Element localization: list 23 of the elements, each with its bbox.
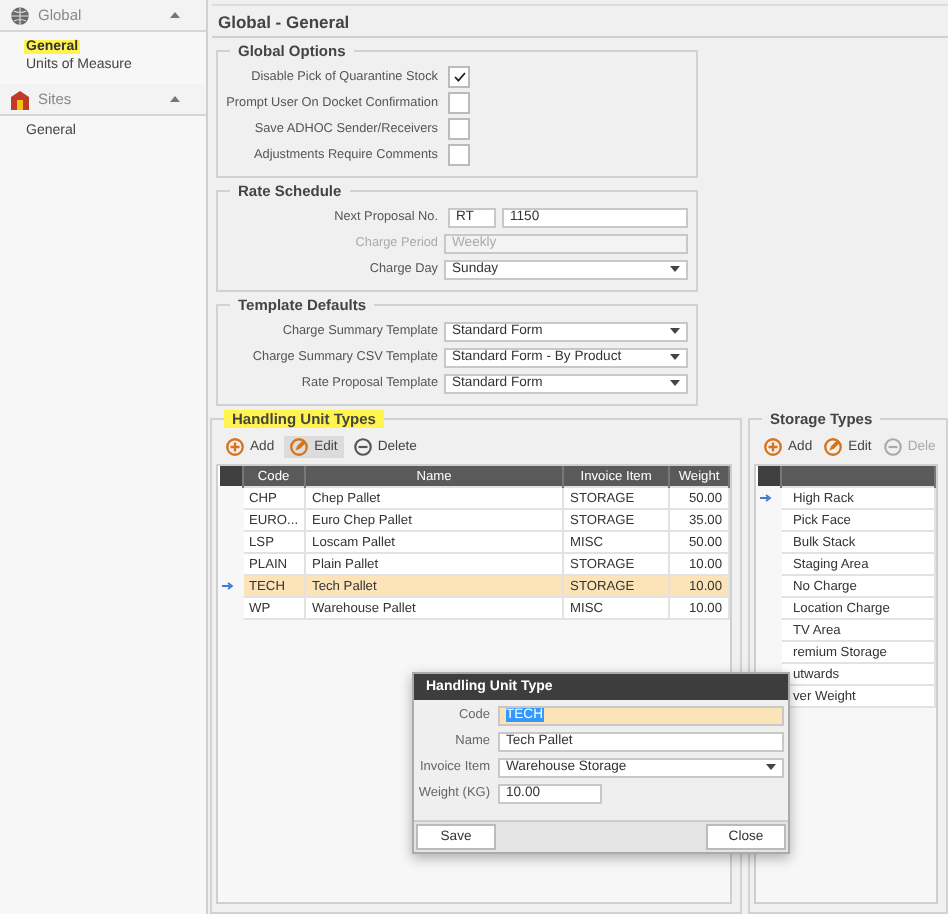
building-icon bbox=[10, 89, 30, 109]
row-arrow-icon bbox=[222, 581, 234, 589]
checkbox[interactable] bbox=[448, 144, 470, 166]
page-title: Global - General bbox=[212, 4, 948, 38]
dropdown-arrow-icon bbox=[670, 354, 680, 360]
row-arrow-icon bbox=[760, 493, 772, 501]
globe-icon bbox=[10, 5, 30, 25]
minus-icon bbox=[883, 438, 902, 456]
minus-icon bbox=[353, 438, 372, 456]
checkbox[interactable] bbox=[448, 118, 470, 140]
check-icon bbox=[453, 72, 465, 82]
add-icon bbox=[226, 438, 244, 456]
dropdown-arrow-icon bbox=[670, 328, 680, 334]
add-icon bbox=[764, 438, 782, 456]
dropdown-arrow-icon bbox=[766, 764, 776, 770]
collapse-caret-icon[interactable] bbox=[170, 96, 180, 102]
pencil-icon bbox=[290, 438, 309, 456]
dropdown-arrow-icon bbox=[670, 380, 680, 386]
dropdown-arrow-icon bbox=[670, 266, 680, 272]
checkbox[interactable] bbox=[448, 66, 470, 88]
collapse-caret-icon[interactable] bbox=[170, 12, 180, 18]
checkbox[interactable] bbox=[448, 92, 470, 114]
pencil-icon bbox=[824, 438, 843, 456]
